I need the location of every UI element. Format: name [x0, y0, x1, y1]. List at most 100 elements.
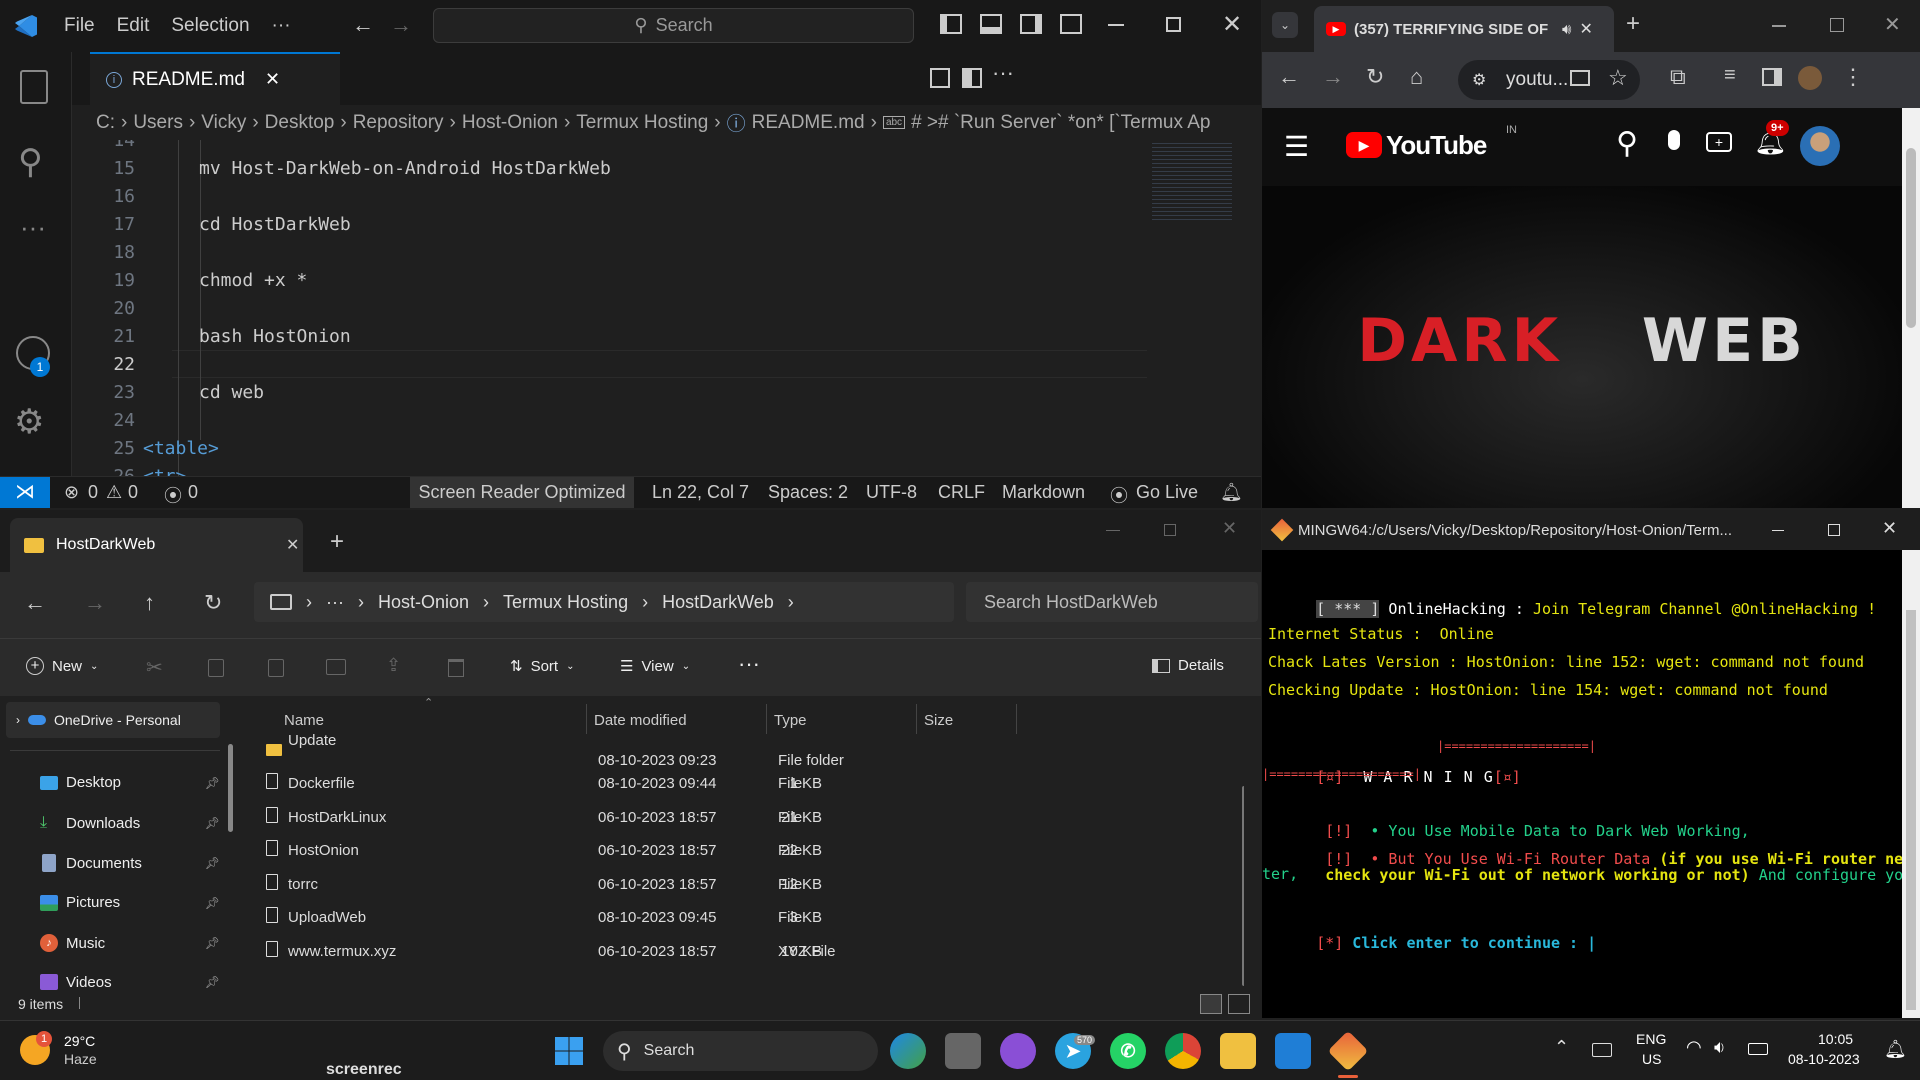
menu-more[interactable]: ··· [272, 15, 291, 37]
minimize-icon[interactable] [1772, 25, 1786, 27]
sidebar-item-documents[interactable]: Documents 📌︎ [40, 854, 220, 872]
sidebar-item-videos[interactable]: Videos 📌︎ [40, 974, 220, 990]
vscode-icon[interactable] [1275, 1033, 1311, 1069]
column-name[interactable]: Name [284, 712, 324, 729]
file-row[interactable]: www.termux.xyz 06-10-2023 18:57 XYZ File 10… [244, 931, 1024, 971]
notification-center-icon[interactable]: 🔔︎ [1884, 1039, 1907, 1060]
sort-button[interactable]: ⇅ Sort ⌄ [510, 657, 574, 676]
share-icon[interactable]: ⇪ [386, 655, 401, 676]
go-live-button[interactable]: Go Live [1136, 482, 1198, 503]
wifi-icon[interactable]: ◠ [1686, 1037, 1702, 1058]
breadcrumb-readme[interactable]: README.md [752, 112, 865, 134]
toggle-panel-icon[interactable] [980, 14, 1002, 34]
audio-playing-icon[interactable]: 🔊︎ [1562, 21, 1571, 38]
details-button[interactable]: Details [1152, 657, 1224, 674]
errors-count[interactable]: 0 [88, 482, 98, 503]
clock-time[interactable]: 10:05 [1818, 1031, 1853, 1047]
breadcrumb-heading[interactable]: # ># `Run Server` *on* [`Termux Ap [911, 112, 1210, 134]
minimap[interactable] [1152, 140, 1232, 220]
create-video-icon[interactable]: + [1706, 132, 1732, 152]
back-arrow-icon[interactable]: ← [1278, 64, 1300, 90]
forward-arrow-icon[interactable]: → [1322, 64, 1344, 90]
details-view-icon[interactable] [1200, 994, 1222, 1014]
column-size[interactable]: Size [924, 712, 953, 729]
warnings-icon[interactable]: ⚠ [106, 482, 122, 503]
github-icon[interactable] [1000, 1033, 1036, 1069]
bookmark-star-icon[interactable]: ☆ [1608, 65, 1628, 91]
battery-icon[interactable] [1748, 1043, 1768, 1055]
settings-gear-icon[interactable]: ⚙ [14, 402, 44, 442]
tab-close-icon[interactable]: ✕ [265, 69, 280, 90]
nav-pane-scrollbar[interactable] [228, 744, 233, 832]
search-activity-icon[interactable]: ⚲ [18, 142, 43, 182]
more-views-icon[interactable]: ··· [20, 212, 46, 243]
refresh-icon[interactable]: ↻ [204, 590, 222, 616]
split-editor-icon[interactable] [962, 68, 982, 88]
volume-icon[interactable]: 🔉︎ [1714, 1037, 1725, 1058]
screen-reader-status[interactable]: Screen Reader Optimized [410, 477, 634, 508]
maximize-icon[interactable] [1164, 524, 1176, 536]
file-explorer-icon[interactable] [1220, 1033, 1256, 1069]
breadcrumb-desktop[interactable]: Desktop [265, 112, 335, 134]
column-date[interactable]: Date modified [594, 712, 687, 729]
errors-icon[interactable]: ⊗ [64, 482, 79, 503]
terminal-output[interactable]: [ *** ] OnlineHacking : Join Telegram Ch… [1262, 550, 1902, 1018]
breadcrumb-hostdarkweb[interactable]: HostDarkWeb [662, 592, 774, 613]
ports-icon[interactable]: ⦿ [164, 482, 182, 508]
new-tab-icon[interactable]: + [1626, 10, 1640, 38]
search-icon[interactable]: ⚲ [1616, 126, 1638, 161]
breadcrumb-termux-hosting[interactable]: Termux Hosting [576, 112, 708, 134]
weather-widget[interactable]: 1 29°C Haze [20, 1031, 140, 1071]
close-icon[interactable]: ✕ [1222, 10, 1242, 39]
chrome-icon[interactable] [1165, 1033, 1201, 1069]
reload-icon[interactable]: ↻ [1366, 64, 1384, 90]
notifications-bell-icon[interactable]: 🔔︎ [1220, 482, 1243, 503]
video-player[interactable]: DARK WEB [1262, 186, 1902, 508]
rename-icon[interactable] [326, 659, 346, 675]
line-endings[interactable]: CRLF [938, 482, 985, 503]
open-preview-icon[interactable] [930, 68, 950, 88]
git-bash-taskbar-icon[interactable] [1327, 1030, 1369, 1072]
scroll-thumb[interactable] [1906, 610, 1916, 1010]
address-bar[interactable]: › ··· › Host-Onion › Termux Hosting › Ho… [254, 582, 954, 622]
tab-youtube[interactable]: ▶ (357) TERRIFYING SIDE OF 🔊︎ ✕ [1314, 6, 1614, 52]
tab-search-chevron-icon[interactable]: ⌄ [1272, 12, 1298, 38]
site-info-icon[interactable]: ⚙ [1472, 70, 1486, 90]
chevron-right-icon[interactable]: › [16, 713, 20, 727]
encoding[interactable]: UTF-8 [866, 482, 917, 503]
extensions-icon[interactable]: ⧉ [1670, 64, 1686, 90]
sidebar-item-onedrive[interactable]: › OneDrive - Personal [6, 702, 220, 738]
sidebar-item-pictures[interactable]: Pictures 📌︎ [40, 894, 220, 911]
menu-file[interactable]: File [64, 15, 95, 37]
menu-edit[interactable]: Edit [117, 15, 150, 37]
task-view-icon[interactable] [945, 1033, 981, 1069]
sidebar-item-downloads[interactable]: ⤓ Downloads 📌︎ [40, 814, 220, 832]
clock-date[interactable]: 08-10-2023 [1788, 1051, 1860, 1067]
up-arrow-icon[interactable]: ↑ [144, 590, 155, 616]
back-arrow-icon[interactable]: ← [352, 12, 374, 38]
close-icon[interactable]: ✕ [1882, 518, 1897, 539]
user-avatar[interactable] [1800, 126, 1840, 166]
new-button[interactable]: + New ⌄ [26, 657, 98, 675]
microphone-icon[interactable] [1668, 130, 1680, 150]
terminal-prompt[interactable]: [*] Click enter to continue : | [1262, 918, 1596, 969]
whatsapp-icon[interactable]: ✆ [1110, 1033, 1146, 1069]
youtube-logo-icon[interactable]: ▶ [1346, 132, 1382, 158]
language-mode[interactable]: Markdown [1002, 482, 1085, 503]
youtube-logo-text[interactable]: YouTube [1386, 130, 1487, 161]
customize-layout-icon[interactable] [1060, 14, 1082, 34]
home-icon[interactable]: ⌂ [1410, 64, 1423, 90]
media-control-icon[interactable]: ≡ [1724, 64, 1736, 87]
tab-readme[interactable]: i README.md ✕ [90, 52, 340, 105]
cursor-position[interactable]: Ln 22, Col 7 [652, 482, 749, 503]
breadcrumb-host-onion[interactable]: Host-Onion [462, 112, 558, 134]
breadcrumb-overflow[interactable]: ··· [326, 592, 344, 613]
explorer-icon[interactable] [20, 70, 48, 104]
view-button[interactable]: ☰ View ⌄ [620, 657, 690, 676]
breadcrumb-users[interactable]: Users [133, 112, 183, 134]
copy-icon[interactable] [208, 659, 224, 677]
delete-icon[interactable] [448, 659, 464, 677]
tab-close-icon[interactable]: ✕ [1579, 19, 1592, 39]
command-center-search[interactable]: ⚲ Search [433, 8, 914, 43]
breadcrumb-repository[interactable]: Repository [353, 112, 444, 134]
